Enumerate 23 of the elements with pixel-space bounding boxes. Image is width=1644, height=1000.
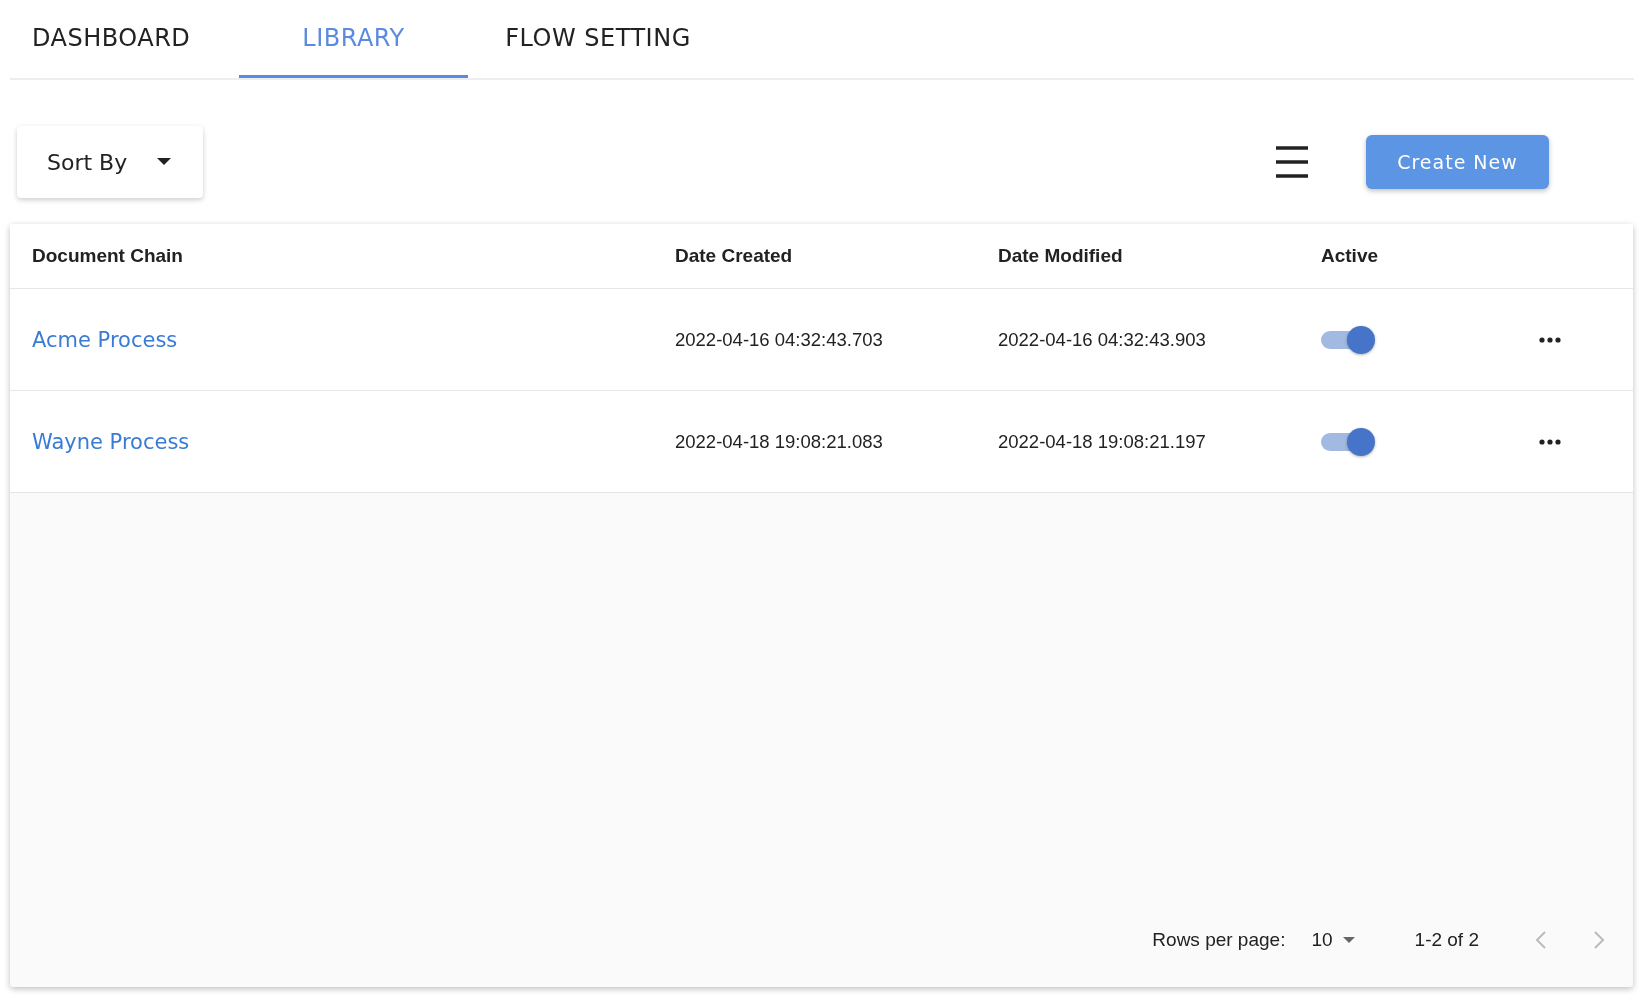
menu-icon[interactable] — [1274, 144, 1310, 180]
document-chain-link[interactable]: Wayne Process — [32, 429, 190, 454]
tab[interactable]: FLOW SETTING — [468, 0, 728, 78]
column-header: Date Modified — [998, 245, 1124, 267]
active-toggle[interactable] — [1321, 324, 1375, 355]
caret-icon — [1342, 936, 1355, 943]
more-options-icon[interactable] — [1539, 336, 1561, 343]
tab[interactable]: DASHBOARD — [10, 0, 239, 78]
active-toggle[interactable] — [1321, 426, 1375, 457]
date-modified-cell-text: 2022-04-16 04:32:43.903 — [998, 328, 1207, 351]
more-options-icon[interactable] — [1539, 438, 1561, 445]
date-created-cell-text: 2022-04-18 19:08:21.083 — [675, 430, 884, 453]
sort-by-dropdown[interactable]: Sort By — [17, 126, 203, 198]
caret-icon — [157, 158, 172, 166]
rows-per-page-select[interactable]: 10 — [1305, 927, 1361, 952]
column-header: Active — [1321, 245, 1380, 267]
rows-per-page-label: Rows per page: — [1152, 928, 1286, 951]
column-header: Date Created — [675, 245, 794, 267]
column-header: Document Chain — [32, 245, 184, 267]
date-created-cell-text: 2022-04-16 04:32:43.703 — [675, 328, 884, 351]
document-chain-link[interactable]: Acme Process — [32, 327, 178, 352]
date-modified-cell-text: 2022-04-18 19:08:21.197 — [998, 430, 1207, 453]
page-range: 1-2 of 2 — [1414, 928, 1479, 951]
